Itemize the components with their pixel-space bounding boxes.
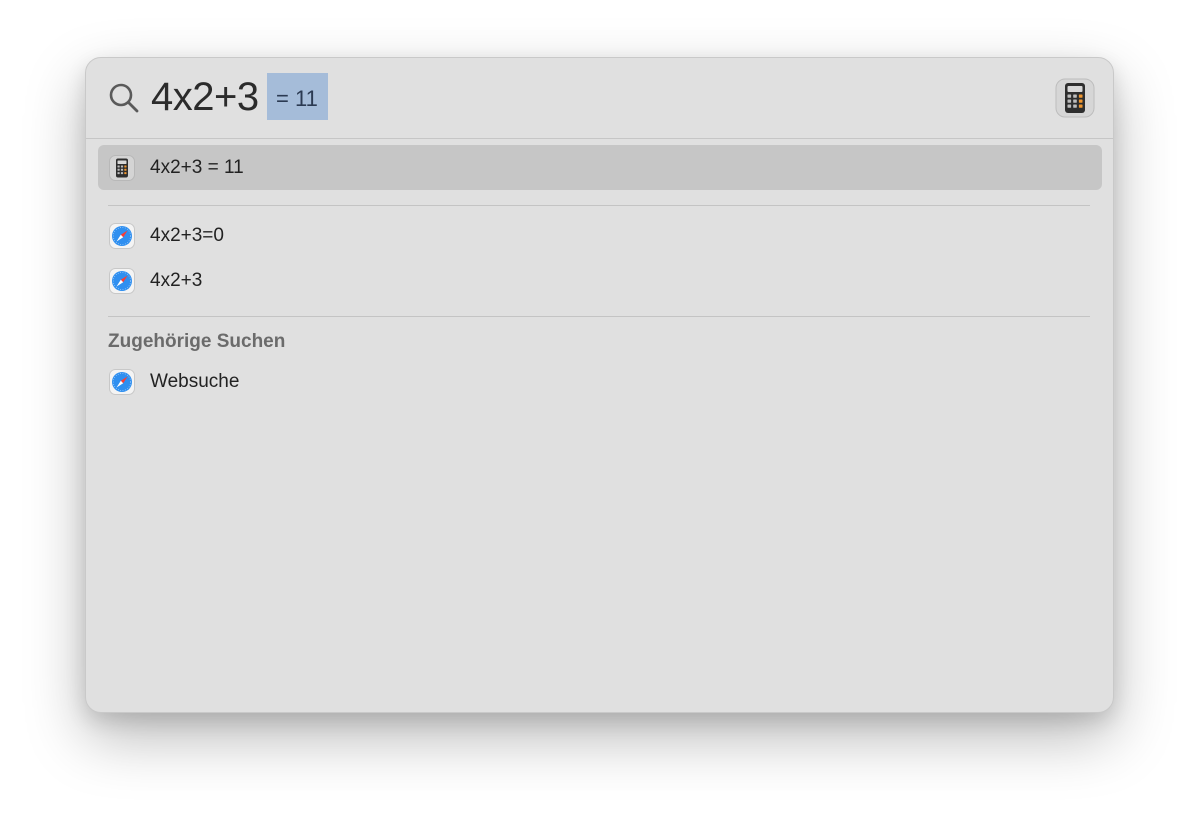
safari-icon bbox=[109, 369, 135, 395]
result-row-calculator[interactable]: 4x2+3 = 11 bbox=[98, 145, 1102, 190]
result-row-web-suggestion[interactable]: 4x2+3=0 bbox=[98, 213, 1102, 258]
search-input[interactable]: 4x2+3 bbox=[151, 74, 259, 120]
calculator-icon bbox=[109, 155, 135, 181]
result-label: 4x2+3 = 11 bbox=[150, 157, 244, 178]
section-header: Zugehörige Suchen bbox=[108, 331, 286, 352]
result-label: 4x2+3 bbox=[150, 270, 203, 291]
result-label: 4x2+3=0 bbox=[150, 225, 224, 246]
inline-completion: = 11 bbox=[267, 73, 328, 120]
result-row-web-suggestion[interactable]: 4x2+3 bbox=[98, 258, 1102, 303]
search-icon bbox=[109, 83, 139, 113]
divider bbox=[108, 316, 1090, 317]
result-label: Websuche bbox=[150, 371, 240, 392]
search-bar[interactable]: 4x2+3 = 11 bbox=[86, 58, 1113, 139]
divider bbox=[108, 205, 1090, 206]
safari-icon bbox=[109, 223, 135, 249]
calculator-icon[interactable] bbox=[1055, 78, 1095, 118]
result-row-web-search[interactable]: Websuche bbox=[98, 359, 1102, 404]
safari-icon bbox=[109, 268, 135, 294]
spotlight-window: 4x2+3 = 11 4x2+3 = 11 4x2+3=0 4x2+3 Zuge… bbox=[85, 57, 1114, 713]
